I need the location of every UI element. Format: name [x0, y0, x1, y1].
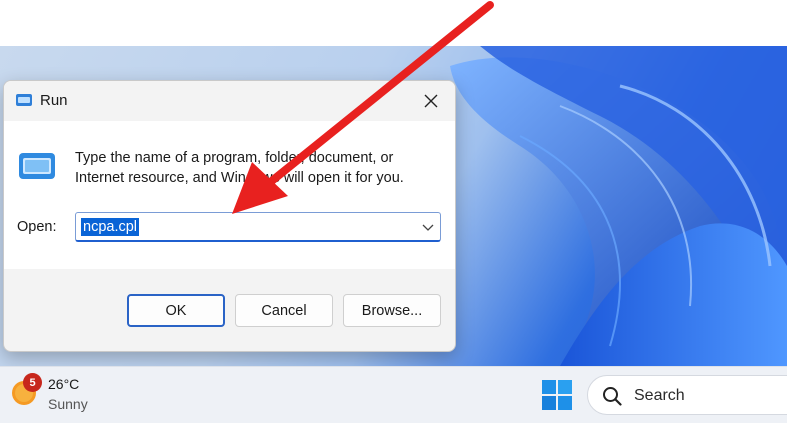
ok-button[interactable]: OK	[127, 294, 225, 327]
description-line-2: Internet resource, and Windows will open…	[75, 170, 404, 186]
open-label: Open:	[17, 219, 57, 235]
run-dialog: Run Type the name of a program, folder, …	[3, 80, 456, 352]
description-line-1: Type the name of a program, folder, docu…	[75, 150, 394, 166]
dialog-title: Run	[40, 92, 68, 109]
taskbar: 5 26°C Sunny Search	[0, 366, 787, 423]
open-input-value[interactable]: ncpa.cpl	[81, 218, 140, 236]
taskbar-search-box[interactable]: Search	[587, 375, 787, 415]
windows-logo-icon[interactable]	[541, 379, 573, 411]
close-icon	[424, 94, 438, 108]
run-program-icon	[19, 153, 55, 179]
dialog-content: Type the name of a program, folder, docu…	[4, 121, 455, 269]
open-combobox[interactable]: ncpa.cpl	[75, 212, 441, 242]
weather-badge: 5	[23, 373, 42, 392]
search-placeholder: Search	[634, 387, 685, 404]
weather-condition[interactable]: Sunny	[48, 396, 88, 412]
run-icon	[16, 94, 32, 106]
browse-button[interactable]: Browse...	[343, 294, 441, 327]
search-icon	[603, 387, 622, 406]
cancel-button[interactable]: Cancel	[235, 294, 333, 327]
weather-temperature[interactable]: 26°C	[48, 376, 79, 392]
close-button[interactable]	[415, 87, 447, 115]
chevron-down-icon[interactable]	[422, 222, 434, 232]
dialog-titlebar[interactable]: Run	[4, 81, 455, 121]
dialog-description: Type the name of a program, folder, docu…	[75, 148, 435, 188]
